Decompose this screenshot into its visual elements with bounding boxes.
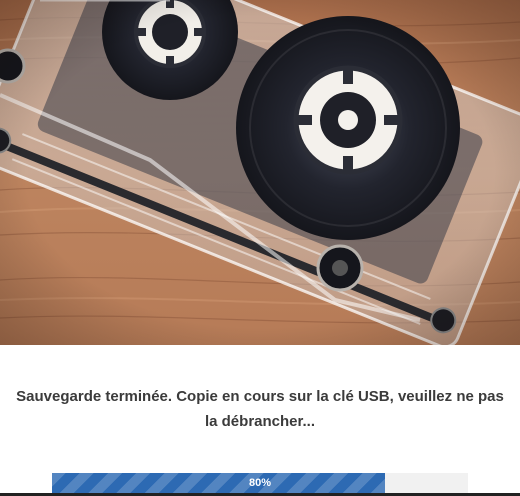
status-message: Sauvegarde terminée. Copie en cours sur … xyxy=(0,384,520,434)
status-message-line-2: la débrancher... xyxy=(204,413,316,430)
copy-progress-screen: Sauvegarde terminée. Copie en cours sur … xyxy=(0,0,520,496)
status-message-line-1: Sauvegarde terminée. Copie en cours sur … xyxy=(16,388,504,405)
copy-progress-bar: 80% xyxy=(52,473,468,493)
cassette-tape-image xyxy=(0,0,520,345)
progress-percent-label: 80% xyxy=(248,477,272,489)
